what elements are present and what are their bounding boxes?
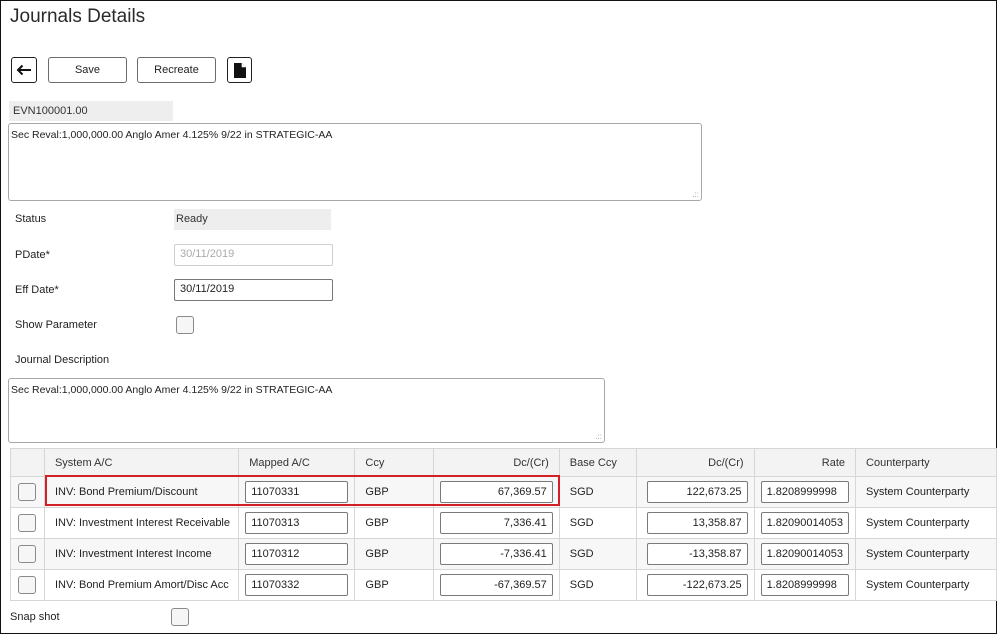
base-ccy-cell: SGD (558, 476, 638, 508)
column-header-rate[interactable]: Rate (753, 448, 857, 477)
back-button[interactable] (11, 57, 37, 83)
base-ccy-cell: SGD (558, 569, 638, 601)
page-title: Journals Details (10, 6, 146, 27)
table-row: INV: Investment Interest Receivable 1107… (10, 507, 997, 539)
column-header-ccy[interactable]: Ccy (354, 448, 434, 477)
rate-input[interactable]: 1.82090014053 (760, 512, 850, 534)
rate-input[interactable]: 1.8208999998 (760, 481, 850, 503)
table-header-row: System A/C Mapped A/C Ccy Dc/(Cr) Base C… (10, 448, 997, 477)
ccy-cell: GBP (354, 538, 434, 570)
base-dc-cr-input[interactable]: 122,673.25 (647, 481, 748, 503)
journal-description-textarea[interactable]: Sec Reval:1,000,000.00 Anglo Amer 4.125%… (8, 378, 605, 443)
snapshot-label: Snap shot (10, 611, 60, 623)
row-select-checkbox[interactable] (18, 514, 37, 532)
system-ac-cell: INV: Investment Interest Receivable (43, 507, 240, 539)
export-document-button[interactable] (227, 57, 252, 83)
show-parameter-label: Show Parameter (15, 319, 97, 331)
status-label: Status (15, 213, 47, 225)
column-header-mapped-ac[interactable]: Mapped A/C (238, 448, 356, 477)
show-parameter-checkbox[interactable] (176, 316, 194, 334)
save-button[interactable]: Save (48, 57, 127, 83)
select-column-header (10, 448, 45, 477)
arrow-left-icon (16, 64, 31, 76)
column-header-base-ccy[interactable]: Base Ccy (558, 448, 638, 477)
pdate-field: 30/11/2019 (174, 244, 333, 266)
row-select-checkbox[interactable] (18, 576, 37, 594)
base-ccy-cell: SGD (558, 507, 638, 539)
system-ac-cell: INV: Investment Interest Income (43, 538, 240, 570)
mapped-ac-input[interactable]: 11070331 (245, 481, 349, 503)
column-header-dc-cr[interactable]: Dc/(Cr) (432, 448, 560, 477)
narrative-text: Sec Reval:1,000,000.00 Anglo Amer 4.125%… (11, 129, 333, 141)
mapped-ac-input[interactable]: 11070313 (245, 512, 349, 534)
counterparty-cell: System Counterparty (855, 476, 997, 508)
snapshot-checkbox[interactable] (171, 608, 189, 626)
ccy-cell: GBP (354, 569, 434, 601)
pdate-label: PDate* (15, 249, 50, 261)
base-dc-cr-input[interactable]: -122,673.25 (647, 574, 748, 596)
status-value: Ready (174, 209, 331, 230)
system-ac-cell: INV: Bond Premium/Discount (43, 476, 240, 508)
resize-grip-icon[interactable]: .:: (692, 191, 699, 199)
column-header-base-dc-cr[interactable]: Dc/(Cr) (636, 448, 755, 477)
ccy-cell: GBP (354, 476, 434, 508)
base-ccy-cell: SGD (558, 538, 638, 570)
rate-input[interactable]: 1.82090014053 (760, 543, 850, 565)
journal-lines-table: System A/C Mapped A/C Ccy Dc/(Cr) Base C… (10, 448, 997, 601)
journal-id: EVN100001.00 (9, 101, 173, 121)
counterparty-cell: System Counterparty (855, 569, 997, 601)
dc-cr-input[interactable]: 7,336.41 (439, 512, 553, 534)
dc-cr-input[interactable]: -7,336.41 (439, 543, 553, 565)
row-select-checkbox[interactable] (18, 483, 37, 501)
counterparty-cell: System Counterparty (855, 507, 997, 539)
effdate-label: Eff Date* (15, 284, 59, 296)
base-dc-cr-input[interactable]: 13,358.87 (647, 512, 748, 534)
base-dc-cr-input[interactable]: -13,358.87 (647, 543, 748, 565)
dc-cr-input[interactable]: -67,369.57 (439, 574, 553, 596)
ccy-cell: GBP (354, 507, 434, 539)
recreate-button[interactable]: Recreate (137, 57, 216, 83)
document-icon (233, 62, 246, 78)
table-row: INV: Bond Premium Amort/Disc Acc 1107033… (10, 569, 997, 601)
dc-cr-input[interactable]: 67,369.57 (439, 481, 553, 503)
column-header-system-ac[interactable]: System A/C (43, 448, 240, 477)
effdate-field[interactable]: 30/11/2019 (174, 279, 333, 301)
rate-input[interactable]: 1.8208999998 (760, 574, 850, 596)
journal-description-text: Sec Reval:1,000,000.00 Anglo Amer 4.125%… (11, 384, 333, 396)
mapped-ac-input[interactable]: 11070312 (245, 543, 349, 565)
table-row: INV: Investment Interest Income 11070312… (10, 538, 997, 570)
mapped-ac-input[interactable]: 11070332 (245, 574, 349, 596)
table-row: INV: Bond Premium/Discount 11070331 GBP … (10, 476, 997, 508)
journal-description-label: Journal Description (15, 354, 110, 366)
narrative-textarea[interactable]: Sec Reval:1,000,000.00 Anglo Amer 4.125%… (8, 123, 702, 201)
system-ac-cell: INV: Bond Premium Amort/Disc Acc (43, 569, 240, 601)
row-select-checkbox[interactable] (18, 545, 37, 563)
resize-grip-icon[interactable]: .:: (595, 433, 602, 441)
counterparty-cell: System Counterparty (855, 538, 997, 570)
column-header-counterparty[interactable]: Counterparty (855, 448, 997, 477)
